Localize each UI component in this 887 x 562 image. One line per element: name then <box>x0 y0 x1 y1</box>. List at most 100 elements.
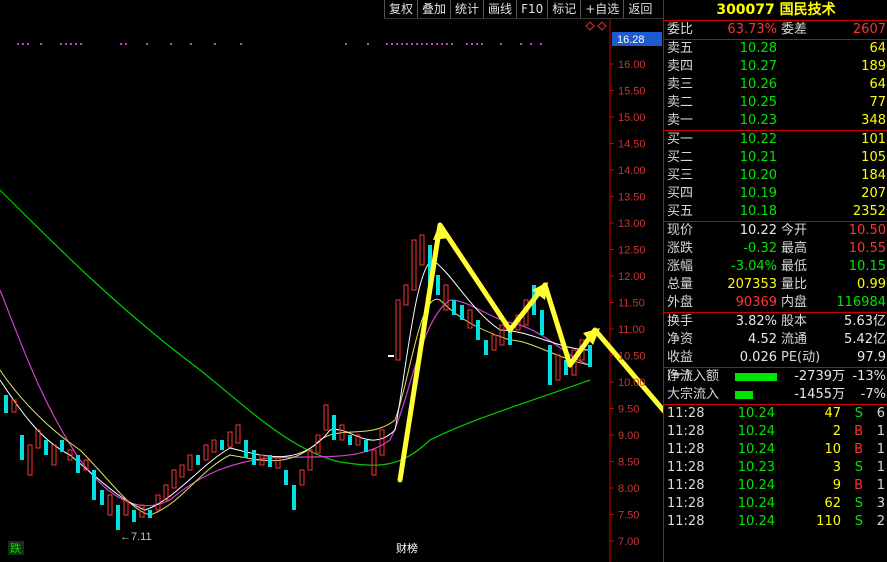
stats-label: 股本 <box>781 314 808 329</box>
quote-label: 外盘 <box>667 295 694 310</box>
y-tick-label: 8.50 <box>618 457 639 469</box>
toolbar-button[interactable]: 复权 <box>384 0 418 18</box>
trade-time: 11:28 <box>667 406 705 421</box>
sells-label: 卖一 <box>667 113 694 128</box>
y-tick-label: 9.00 <box>618 430 639 442</box>
trade-volume: 62 <box>824 496 841 511</box>
quote-value: 10.55 <box>848 241 886 256</box>
trade-row[interactable]: 11:28 10.24 62 S 3 <box>664 495 887 513</box>
quote-label: 总量 <box>667 277 694 292</box>
trade-row[interactable]: 11:28 10.23 3 S 1 <box>664 459 887 477</box>
ma-yellow <box>0 298 591 516</box>
trade-price: 10.24 <box>737 406 775 421</box>
sell-book: 卖五 10.28 64 卖四 10.27 189 卖三 10.26 64 卖二 10.25 77 卖一 1… <box>664 39 887 130</box>
sells-price: 10.23 <box>739 113 777 128</box>
toolbar-button[interactable]: 标记 <box>547 0 581 18</box>
y-tick-label: 14.00 <box>618 165 646 177</box>
flow-pct: -7% <box>860 387 886 402</box>
toolbar-button[interactable]: 画线 <box>483 0 517 18</box>
buys-price: 10.20 <box>739 168 777 183</box>
stats-label: 净资 <box>667 332 694 347</box>
trade-row[interactable]: 11:28 10.24 9 B 1 <box>664 477 887 495</box>
buys-volume: 184 <box>861 168 886 183</box>
trade-count: 6 <box>876 406 885 421</box>
signal-dots <box>17 43 542 45</box>
y-tick-label: 14.50 <box>618 139 646 151</box>
buys-volume: 207 <box>861 186 886 201</box>
trade-row[interactable]: 11:28 10.24 47 S 6 <box>664 405 887 423</box>
quote-label: 涨跌 <box>667 241 694 256</box>
sells-row: 卖三 10.26 64 <box>664 76 887 94</box>
chart-toolbar: 复权 叠加 统计 画线 F10 标记 +自选 返回 <box>384 0 664 19</box>
ma-green <box>0 189 591 466</box>
trade-volume: 3 <box>832 460 841 475</box>
sells-price: 10.25 <box>739 95 777 110</box>
sells-label: 卖二 <box>667 95 694 110</box>
trade-row[interactable]: 11:28 10.24 10 B 1 <box>664 441 887 459</box>
toolbar-button[interactable]: 统计 <box>450 0 484 18</box>
sells-row: 卖五 10.28 64 <box>664 40 887 58</box>
trade-list[interactable]: 11:28 10.24 47 S 6 11:28 10.24 2 B 1 11:28 10.24 10 B… <box>664 404 887 531</box>
buy-book: 买一 10.22 101 买二 10.21 105 买三 10.20 184 买四 10.19 207… <box>664 130 887 221</box>
stats-label: PE(动) <box>781 350 821 365</box>
trade-side: S <box>854 460 863 475</box>
quote-value: 116984 <box>836 295 886 310</box>
stats-label: 流通 <box>781 332 808 347</box>
quote-block: 现价 10.22 今开 10.50 涨跌 -0.32 最高 10.55 涨幅 -3.04% 最低 10… <box>664 221 887 312</box>
buys-label: 买三 <box>667 168 694 183</box>
quote-value: 10.50 <box>848 223 886 238</box>
flow-bar-wrap <box>735 368 785 386</box>
quote-row: 总量 207353 量比 0.99 <box>664 276 887 294</box>
trade-row[interactable]: 11:28 10.24 110 S 2 <box>664 513 887 531</box>
tag-mid: 财榜 <box>396 541 418 555</box>
y-tick-label: 9.50 <box>618 404 639 416</box>
stock-title: 300077 国民技术 <box>664 0 887 21</box>
trade-volume: 110 <box>816 514 841 529</box>
trade-time: 11:28 <box>667 496 705 511</box>
quote-value: 207353 <box>727 277 777 292</box>
quote-label: 最低 <box>781 259 808 274</box>
stats-label: 收益(一) <box>667 350 694 383</box>
stats-value: 4.52 <box>748 332 777 347</box>
trade-time: 11:28 <box>667 424 705 439</box>
toolbar-button[interactable]: 返回 <box>623 0 657 18</box>
current-price-box: 16.28 <box>617 34 645 46</box>
trade-row[interactable]: 11:28 10.24 2 B 1 <box>664 423 887 441</box>
toolbar-button[interactable]: 叠加 <box>417 0 451 18</box>
trade-count: 3 <box>876 496 885 511</box>
trade-side: B <box>854 478 863 493</box>
toolbar-button[interactable]: F10 <box>516 0 548 18</box>
weibi-label: 委比 <box>667 22 694 37</box>
trade-count: 2 <box>876 514 885 529</box>
trade-side: B <box>854 424 863 439</box>
quote-row: 现价 10.22 今开 10.50 <box>664 222 887 240</box>
trade-count: 1 <box>876 460 885 475</box>
trade-time: 11:28 <box>667 442 705 457</box>
y-tick-label: 15.50 <box>618 86 646 98</box>
sells-row: 卖四 10.27 189 <box>664 58 887 76</box>
stats-value: 3.82% <box>735 314 777 329</box>
buys-row: 买四 10.19 207 <box>664 185 887 203</box>
quote-label: 今开 <box>781 223 808 238</box>
trade-price: 10.24 <box>737 442 775 457</box>
weibi-row: 委比 63.73% 委差 2607 <box>664 21 887 39</box>
quote-label: 内盘 <box>781 295 808 310</box>
quote-label: 涨幅 <box>667 259 694 274</box>
ma-white <box>0 259 591 511</box>
quote-value: -0.32 <box>743 241 777 256</box>
trade-price: 10.24 <box>737 514 775 529</box>
buys-price: 10.22 <box>739 132 777 147</box>
trade-price: 10.24 <box>737 424 775 439</box>
buys-price: 10.19 <box>739 186 777 201</box>
stats-block: 换手 3.82% 股本 5.63亿 净资 4.52 流通 5.42亿 收益(一) 0.026 PE(… <box>664 312 887 383</box>
sells-price: 10.28 <box>739 41 777 56</box>
y-tick-label: 16.00 <box>618 59 646 71</box>
buys-row: 买一 10.22 101 <box>664 131 887 149</box>
kline-chart[interactable]: 16.00 15.50 15.00 14.50 14.00 13.50 13.00 12.50… <box>0 0 663 562</box>
toolbar-button[interactable]: +自选 <box>580 0 624 18</box>
